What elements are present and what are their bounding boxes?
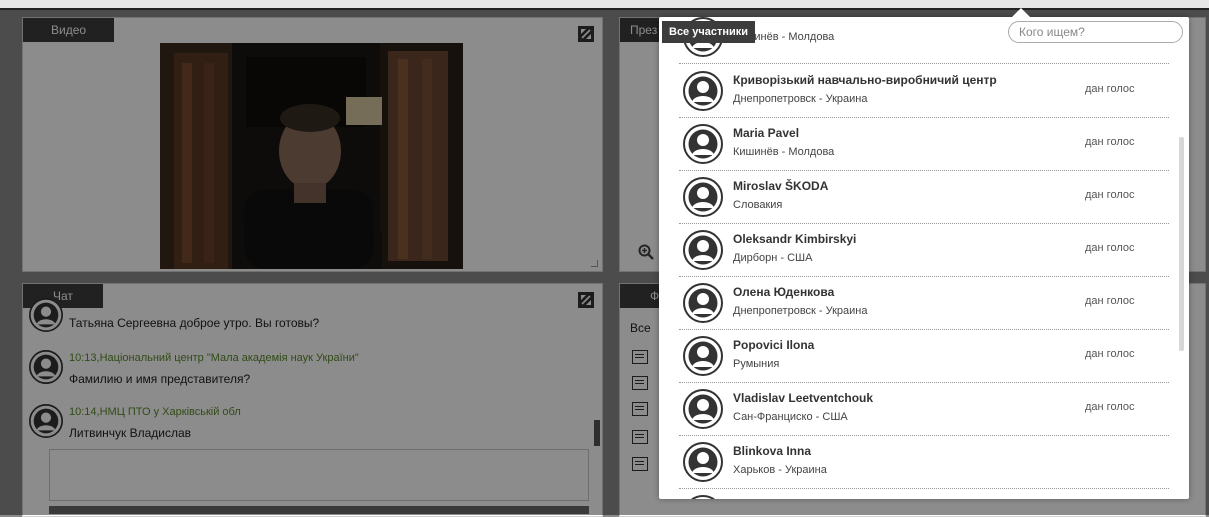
participant-location: Харьков - Украина xyxy=(733,464,827,476)
zoom-in-icon[interactable] xyxy=(638,244,654,260)
files-filter[interactable]: Все xyxy=(630,321,651,335)
chat-scrollbar[interactable] xyxy=(594,420,600,446)
participant-name: Олена Юденкова xyxy=(733,285,835,299)
user-avatar-icon xyxy=(29,350,63,384)
user-avatar-icon xyxy=(683,177,723,217)
user-avatar-icon xyxy=(683,283,723,323)
file-icon[interactable] xyxy=(632,402,648,416)
chat-message-text: Фамилию и имя представителя? xyxy=(69,372,251,386)
participant-location: Румыния xyxy=(733,358,780,370)
file-icon[interactable] xyxy=(632,376,648,390)
participant-status: дан голос xyxy=(1085,242,1135,254)
participant-row[interactable]: Vladislav Leetventchouk Сан-Франциско - … xyxy=(679,383,1169,436)
file-icon[interactable] xyxy=(632,430,648,444)
file-icon[interactable] xyxy=(632,457,648,471)
popup-pointer xyxy=(1012,8,1030,17)
participant-name: Maria Pavel xyxy=(733,126,800,140)
chat-message-text: Татьяна Сергеевна доброе утро. Вы готовы… xyxy=(69,316,320,330)
user-avatar-icon xyxy=(29,298,63,332)
chat-panel: Чат Татьяна Сергеевна доброе утро. Вы го… xyxy=(22,283,603,517)
participant-location: Днепропетровск - Украина xyxy=(733,93,868,105)
user-avatar-icon xyxy=(683,124,723,164)
all-participants-tab[interactable]: Все участники xyxy=(662,21,756,43)
participant-location: Словакия xyxy=(733,199,783,211)
participant-location: Днепропетровск - Украина xyxy=(733,305,868,317)
participant-status: дан голос xyxy=(1085,83,1135,95)
participant-status: дан голос xyxy=(1085,401,1135,413)
webcam-image xyxy=(160,43,463,269)
participant-name: Miroslav ŠKODA xyxy=(733,179,829,193)
user-avatar-icon xyxy=(683,442,723,482)
participant-list: Кишинёв - Молдова Криворізький навчально… xyxy=(679,17,1169,499)
participant-search-input[interactable] xyxy=(1008,21,1183,43)
participant-name: Vladislav Leetventchouk xyxy=(733,391,874,405)
user-avatar-icon xyxy=(683,495,723,499)
participant-name: Oleksandr Kimbirskyi xyxy=(733,232,857,246)
participants-popup: Все участники Кишинёв - Молдова Криворіз… xyxy=(659,17,1189,499)
participant-status: дан голос xyxy=(1085,295,1135,307)
participant-row[interactable]: Maria Pavel Кишинёв - Молдова дан голос xyxy=(679,118,1169,171)
participant-row[interactable]: Oleksandr Kimbirskyi Дирборн - США дан г… xyxy=(679,224,1169,277)
chat-message-text: Литвинчук Владислав xyxy=(69,426,192,440)
expand-icon[interactable] xyxy=(578,26,594,42)
participant-location: Сан-Франциско - США xyxy=(733,411,848,423)
chat-message-meta: 10:13,Національний центр "Мала академія … xyxy=(69,352,359,364)
chat-message-input[interactable] xyxy=(49,449,589,501)
participant-row[interactable]: Криворізький навчально-виробничий центр … xyxy=(679,65,1169,118)
participant-list-scrollbar[interactable] xyxy=(1179,137,1184,351)
participant-name: Blinkova Inna xyxy=(733,444,812,458)
participant-status: дан голос xyxy=(1085,348,1135,360)
participant-location: Кишинёв - Молдова xyxy=(733,146,835,158)
participant-row[interactable]: Miroslav ŠKODA Словакия дан голос xyxy=(679,171,1169,224)
user-avatar-icon xyxy=(683,230,723,270)
resize-handle[interactable] xyxy=(591,260,598,267)
user-avatar-icon xyxy=(683,71,723,111)
user-avatar-icon xyxy=(29,404,63,438)
participant-row[interactable]: Blinkova Inna Харьков - Украина xyxy=(679,436,1169,489)
video-panel-title: Видео xyxy=(23,18,115,42)
chat-footer-bar xyxy=(49,506,589,514)
participant-name: Криворізький навчально-виробничий центр xyxy=(733,73,997,87)
participant-row[interactable]: Олена Юденкова Днепропетровск - Украина … xyxy=(679,277,1169,330)
user-avatar-icon xyxy=(683,389,723,429)
video-panel: Видео xyxy=(22,17,603,272)
participant-name: Popovici Ilona xyxy=(733,338,815,352)
video-stream xyxy=(160,43,463,269)
chat-message-meta: 10:14,НМЦ ПТО у Харківській обл xyxy=(69,406,241,418)
file-icon[interactable] xyxy=(632,350,648,364)
participant-row[interactable]: Popovici Ilona Румыния дан голос xyxy=(679,330,1169,383)
expand-icon[interactable] xyxy=(578,292,594,308)
user-avatar-icon xyxy=(683,336,723,376)
participant-status: дан голос xyxy=(1085,189,1135,201)
participant-location: Дирборн - США xyxy=(733,252,813,264)
participant-status: дан голос xyxy=(1085,136,1135,148)
participant-row[interactable] xyxy=(679,489,1169,499)
